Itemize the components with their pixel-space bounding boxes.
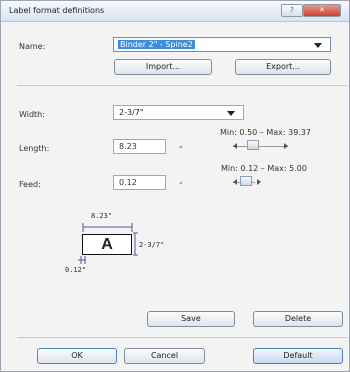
save-button[interactable]: Save bbox=[147, 311, 235, 327]
feed-input[interactable]: 0.12 bbox=[113, 175, 166, 190]
width-value: 2-3/7" bbox=[119, 108, 144, 117]
separator bbox=[17, 85, 347, 86]
width-label: Width: bbox=[19, 110, 45, 119]
length-unit: " bbox=[179, 145, 183, 154]
title-bar: Label format definitions ? ✕ bbox=[1, 1, 349, 22]
slider-thumb[interactable] bbox=[240, 176, 252, 186]
diagram-label-box: A bbox=[82, 234, 132, 255]
feed-unit: " bbox=[179, 181, 183, 190]
length-range: Min: 0.50 – Max: 39.37 bbox=[220, 128, 312, 137]
increase-arrow-icon[interactable] bbox=[257, 179, 261, 185]
window-title: Label format definitions bbox=[9, 6, 105, 15]
default-button[interactable]: Default bbox=[253, 348, 343, 364]
help-button[interactable]: ? bbox=[281, 4, 303, 17]
feed-range: Min: 0.12 – Max: 5.00 bbox=[221, 164, 307, 173]
cancel-button[interactable]: Cancel bbox=[124, 348, 205, 364]
separator bbox=[17, 337, 347, 338]
length-spin-slider[interactable] bbox=[233, 140, 288, 151]
name-value: Binder 2" - Spine2 bbox=[118, 40, 195, 49]
slider-track bbox=[233, 146, 288, 147]
chevron-down-icon[interactable] bbox=[227, 111, 235, 116]
width-dropdown[interactable]: 2-3/7" bbox=[113, 105, 244, 120]
name-label: Name: bbox=[19, 42, 46, 51]
length-input[interactable]: 8.23 bbox=[113, 139, 166, 154]
decrease-arrow-icon[interactable] bbox=[233, 143, 237, 149]
label-format-dialog: Label format definitions ? ✕ Name: Binde… bbox=[0, 0, 350, 372]
close-button[interactable]: ✕ bbox=[303, 4, 341, 17]
delete-button[interactable]: Delete bbox=[253, 311, 343, 327]
slider-thumb[interactable] bbox=[247, 140, 259, 150]
name-dropdown[interactable]: Binder 2" - Spine2 bbox=[113, 37, 331, 52]
feed-spin-slider[interactable] bbox=[233, 176, 261, 187]
chevron-down-icon[interactable] bbox=[314, 43, 322, 48]
import-button[interactable]: Import... bbox=[114, 59, 212, 75]
decrease-arrow-icon[interactable] bbox=[233, 179, 237, 185]
diagram-feed-value: 0.12" bbox=[65, 266, 87, 274]
ok-button[interactable]: OK bbox=[37, 348, 117, 364]
export-button[interactable]: Export... bbox=[235, 59, 331, 75]
diagram-width-value: 2-3/7" bbox=[139, 241, 165, 249]
length-label: Length: bbox=[19, 144, 50, 153]
increase-arrow-icon[interactable] bbox=[284, 143, 288, 149]
feed-label: Feed: bbox=[19, 180, 41, 189]
